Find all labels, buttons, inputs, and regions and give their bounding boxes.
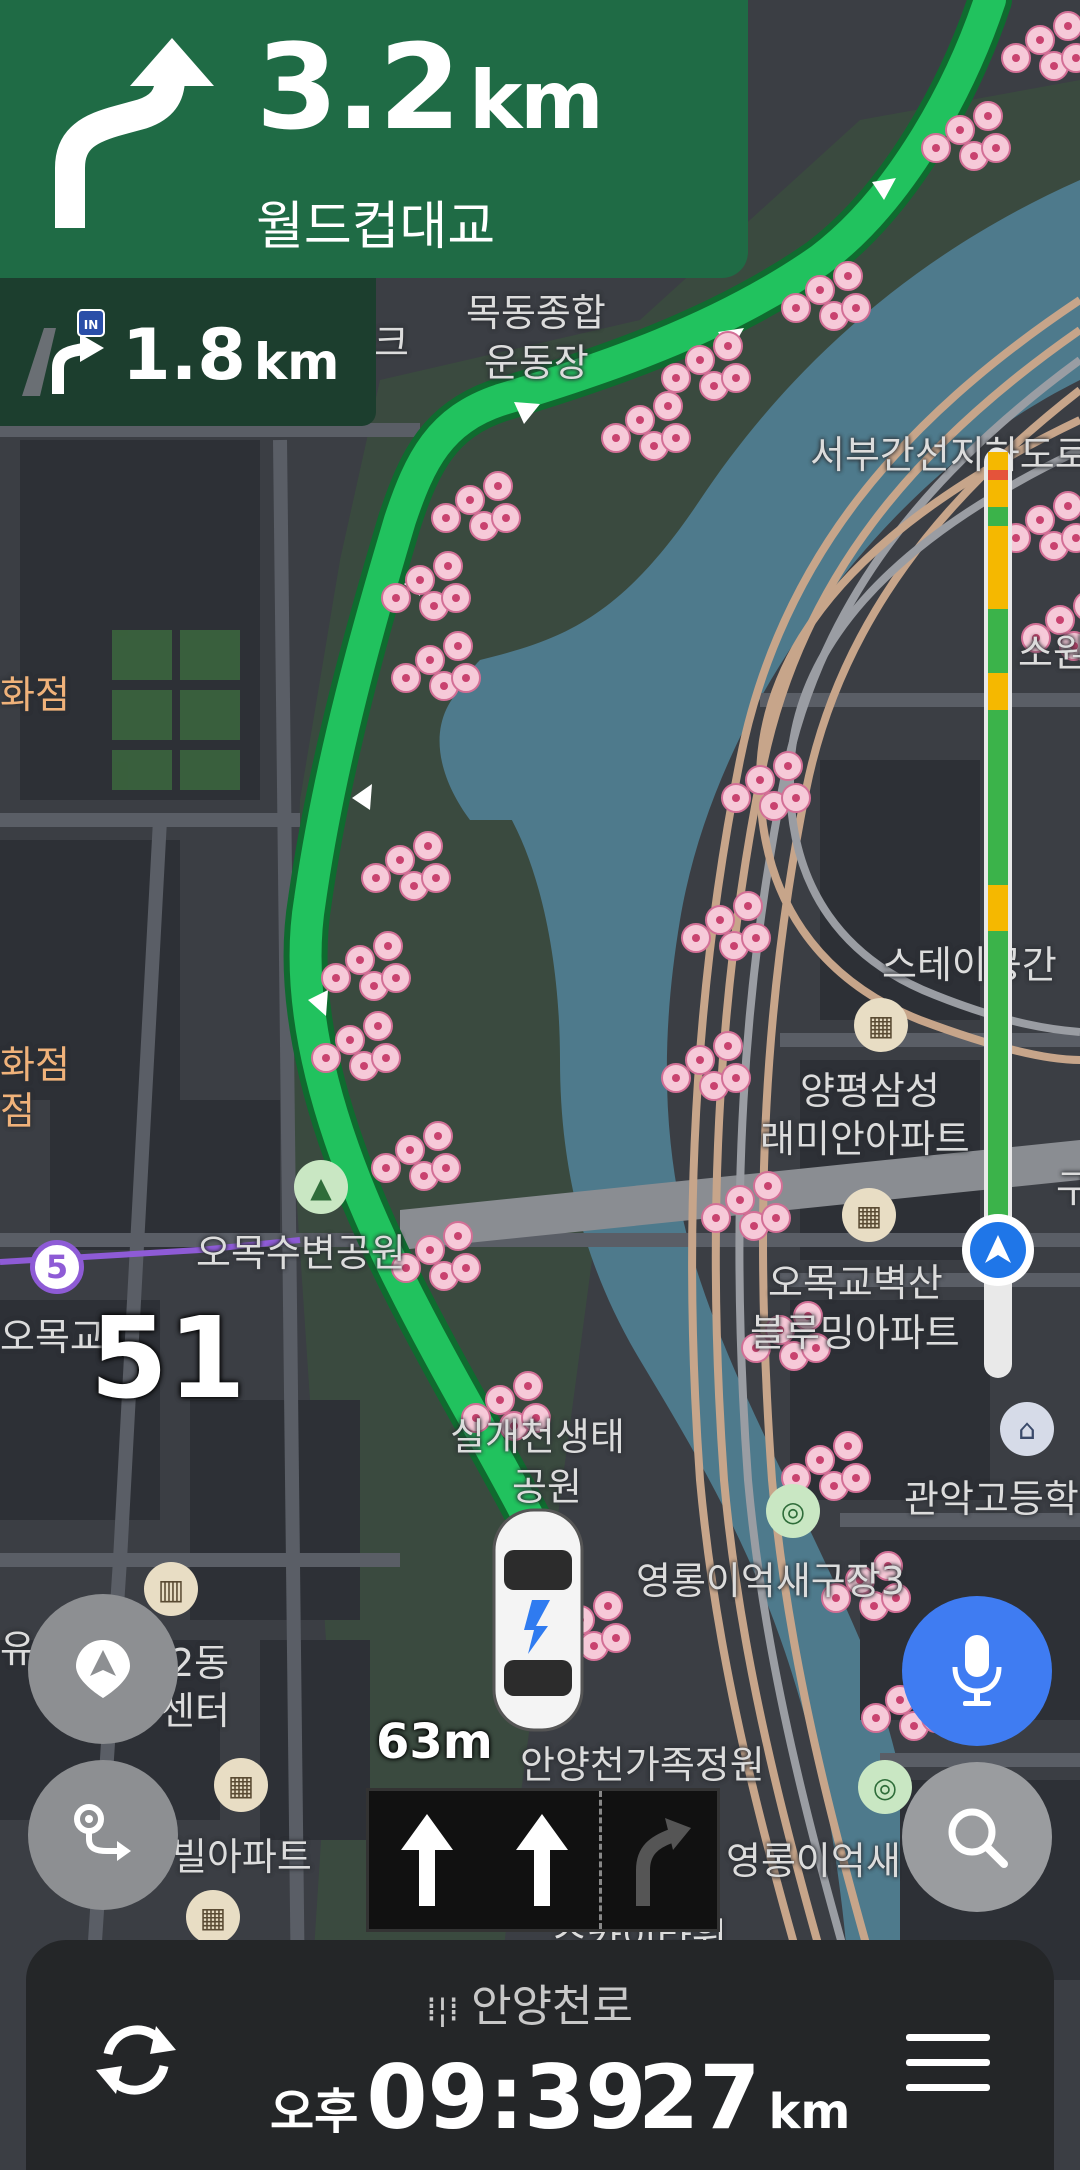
map-label-stadium: 목동종합	[466, 291, 606, 335]
map-label-yeongnong: 영롱이억새구장3	[636, 1559, 905, 1603]
map-label-seobu: 서부간선지하도로	[810, 433, 1080, 477]
map-label-yangpyeong-2: 래미안아파트	[760, 1117, 970, 1161]
map-label-dept-3: 점	[0, 1089, 35, 1133]
turn-road-name: 월드컵대교	[256, 197, 496, 257]
trip-info-panel[interactable]: ⁞¦⁞ 안양천로 오후09:39 27 km	[26, 1940, 1054, 2170]
lane-straight-2	[484, 1791, 602, 1929]
search-button[interactable]	[902, 1762, 1052, 1912]
map-label-omok-park: 오목수변공원	[196, 1231, 406, 1275]
sports-field-icon: ◎	[766, 1484, 820, 1538]
traffic-segment	[988, 608, 1008, 674]
sports-field-icon-2: ◎	[858, 1760, 912, 1814]
recenter-button[interactable]	[28, 1594, 178, 1744]
school-icon: ⌂	[1000, 1402, 1054, 1456]
map-label-omokgyo-apt: 오목교벽산	[768, 1261, 943, 1305]
map-label-silgae: 실개천생태	[450, 1415, 625, 1459]
microphone-icon	[952, 1635, 1002, 1706]
map-label-family-garden: 안양천가족정원	[520, 1743, 765, 1787]
bear-right-arrow-icon	[55, 38, 214, 228]
map-label-dong: 2동	[170, 1641, 230, 1685]
current-road: ⁞¦⁞ 안양천로	[426, 1981, 633, 2032]
right-turn-arrow-icon	[635, 1818, 691, 1906]
traffic-segment	[988, 673, 1008, 711]
map-label-sowon: 소원	[1018, 631, 1080, 675]
map-label-stadium-2: 운동장	[484, 341, 589, 385]
community-center-icon: ▥	[144, 1562, 198, 1616]
traffic-segment	[988, 885, 1008, 932]
next-distance: 1.8 km	[122, 314, 340, 396]
map-label-yangpyeong: 양평삼성	[800, 1069, 940, 1113]
apartment-icon-4: ▦	[186, 1890, 240, 1944]
map-label-gu: 구	[1056, 1167, 1080, 1211]
map-label-stage: 스테이공간	[882, 943, 1057, 987]
location-arrow-icon	[76, 1640, 130, 1698]
speed-limit: 51	[90, 1294, 246, 1424]
road-lane-icon: ⁞¦⁞	[426, 1990, 460, 2030]
map-label-ring: 크	[374, 321, 409, 365]
lane-guidance-distance: 63m	[376, 1714, 493, 1770]
subway-line-badge: 5	[30, 1240, 84, 1294]
straight-arrow-icon	[515, 1814, 568, 1906]
voice-search-button[interactable]	[902, 1596, 1052, 1746]
turn-distance: 3.2 km	[256, 18, 604, 156]
map-label-gwanak: 관악고등학	[904, 1477, 1079, 1521]
map-label-dept-1: 화점	[0, 673, 70, 717]
route-icon	[74, 1804, 131, 1861]
search-icon	[948, 1808, 1008, 1868]
turn-guidance-panel[interactable]: 3.2 km 월드컵대교	[0, 0, 748, 278]
traffic-segment	[988, 525, 1008, 609]
straight-arrow-icon	[400, 1814, 453, 1906]
next-turn-right-icon: IN	[22, 309, 105, 396]
next-guidance-panel[interactable]: IN 1.8 km	[0, 278, 376, 426]
svg-text:IN: IN	[84, 318, 99, 332]
apartment-icon: ▦	[854, 998, 908, 1052]
route-options-button[interactable]	[28, 1760, 178, 1910]
lane-right-turn	[602, 1791, 717, 1929]
map-label-yeongnong-2: 영롱이억새	[726, 1839, 901, 1883]
remaining-distance: 27 km	[638, 2046, 851, 2149]
arrival-time: 오후09:39	[270, 2046, 647, 2149]
menu-icon[interactable]	[906, 2030, 990, 2096]
map-label-silgae-2: 공원	[512, 1465, 582, 1509]
navigation-arrow-icon	[985, 1235, 1011, 1263]
traffic-segment	[988, 479, 1008, 508]
lane-guidance	[366, 1788, 720, 1932]
map-label-village: 빌아파트	[172, 1835, 312, 1879]
apartment-icon-3: ▦	[214, 1758, 268, 1812]
park-icon: ▲	[294, 1160, 348, 1214]
traffic-segment	[988, 452, 1008, 471]
lane-straight	[369, 1791, 484, 1929]
apartment-icon-2: ▦	[842, 1188, 896, 1242]
traffic-segment	[988, 710, 1008, 886]
current-position-marker	[962, 1214, 1034, 1286]
reroute-icon[interactable]	[86, 2010, 186, 2110]
traffic-segment	[988, 507, 1008, 526]
map-label-omokgyo-apt-2: 블루밍아파트	[750, 1311, 960, 1355]
traffic-segment	[988, 470, 1008, 480]
